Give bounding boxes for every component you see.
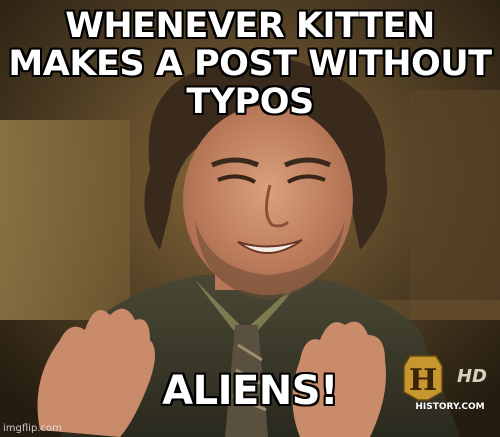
meme-image: WHENEVER KITTEN MAKES A POST WITHOUT TYP…: [0, 0, 500, 437]
meme-bottom-caption: ALIENS!: [162, 368, 338, 414]
background-panel-left: [0, 120, 130, 320]
background-panel-right: [410, 90, 500, 320]
meme-top-caption: WHENEVER KITTEN MAKES A POST WITHOUT TYP…: [8, 6, 492, 122]
imgflip-watermark: imgflip.com: [3, 423, 62, 434]
